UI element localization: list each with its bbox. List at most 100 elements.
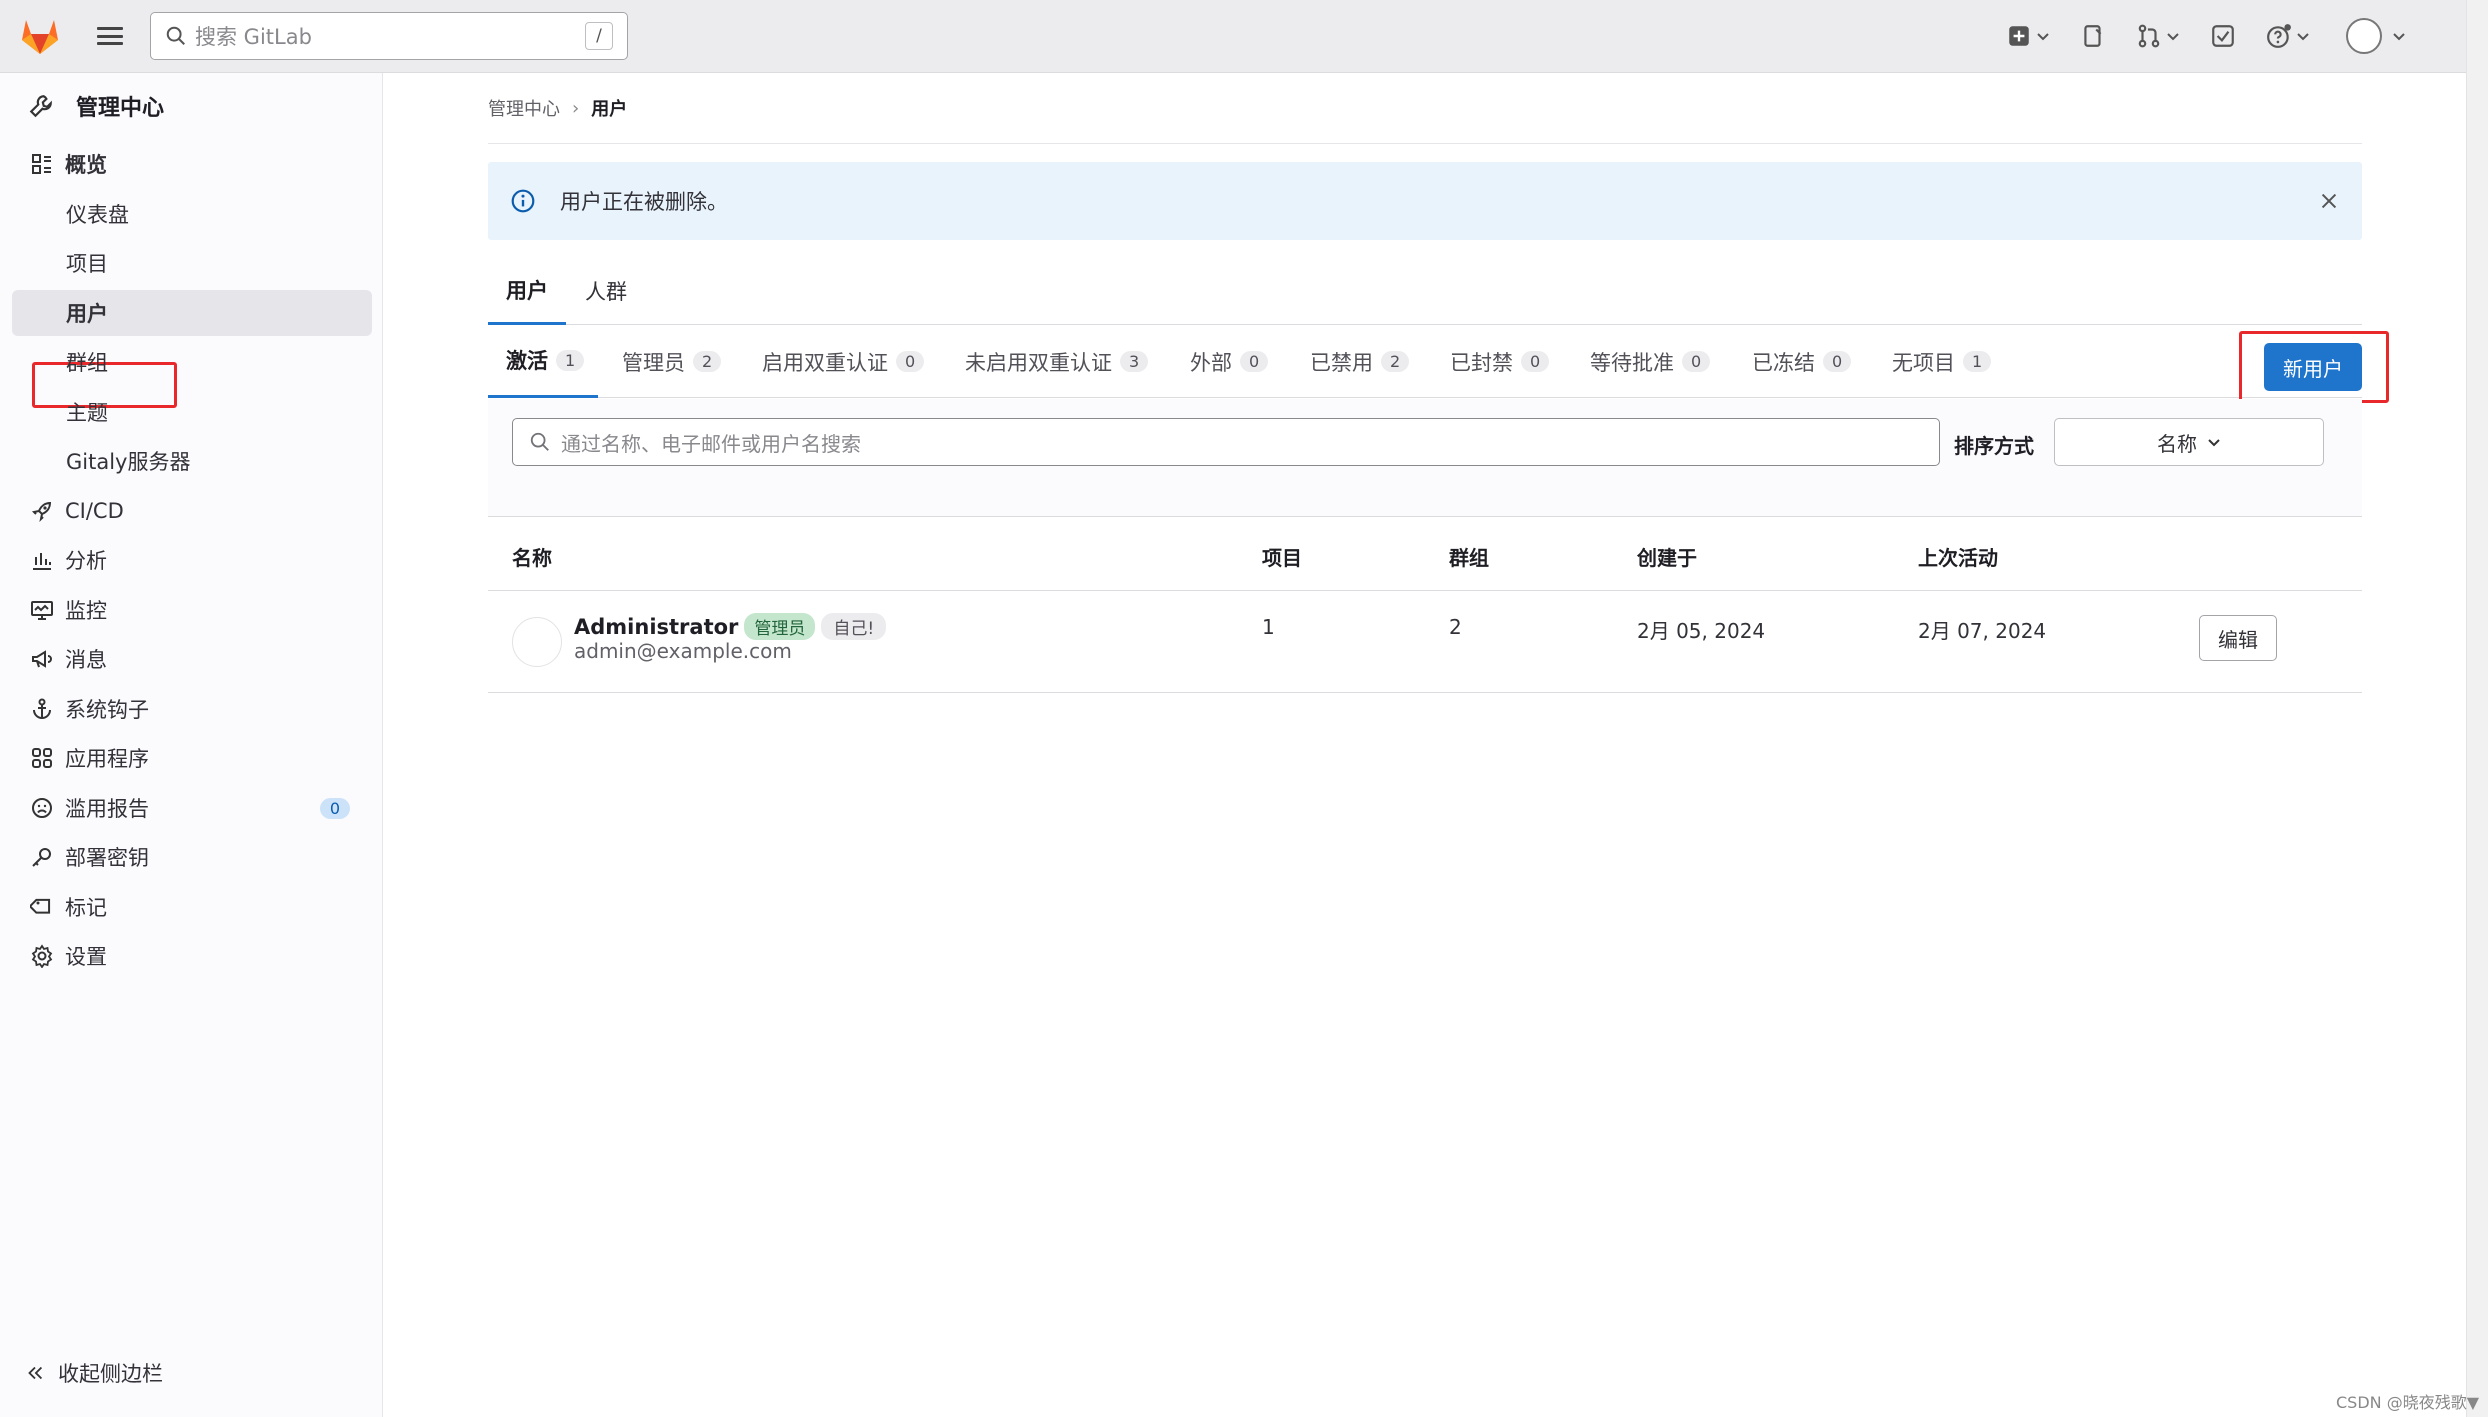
sort-label: 排序方式 [1954, 434, 2034, 458]
tab-label: 人群 [585, 280, 627, 304]
user-filter-bar: 通过名称、电子邮件或用户名搜索 排序方式 名称 [488, 399, 2362, 517]
label-icon [30, 898, 51, 914]
sidebar-item-label: 消息 [65, 648, 107, 672]
tab-deactivated[interactable]: 已冻结 0 [1752, 325, 1852, 398]
window-scrollbar[interactable] [2466, 0, 2488, 1417]
breadcrumb-parent[interactable]: 管理中心 [488, 95, 560, 121]
tab-label: 等待批准 [1590, 350, 1674, 375]
sidebar-item-system-hooks[interactable]: 系统钩子 [12, 686, 372, 732]
user-menu[interactable] [2346, 18, 2406, 54]
tab-pending-approval[interactable]: 等待批准 0 [1590, 325, 1711, 398]
avatar[interactable] [512, 617, 562, 667]
abuse-icon [32, 798, 52, 818]
tab-label: 无项目 [1892, 350, 1955, 375]
help-dropdown[interactable] [2266, 23, 2310, 49]
sidebar-item-label: 设置 [65, 945, 107, 969]
sidebar-item-groups[interactable]: 群组 [12, 339, 372, 385]
sidebar-item-applications[interactable]: 应用程序 [12, 735, 372, 781]
sidebar-item-label: 项目 [66, 252, 108, 276]
sidebar-header[interactable]: 管理中心 [28, 90, 164, 122]
breadcrumb-separator: › [572, 97, 580, 119]
double-chevron-left-icon [28, 1366, 43, 1380]
sidebar-item-label: 部署密钥 [65, 846, 149, 870]
menu-icon[interactable] [96, 24, 124, 48]
self-badge: 自己! [821, 613, 887, 640]
sidebar-item-deploy-keys[interactable]: 部署密钥 [12, 834, 372, 880]
gitlab-logo[interactable] [18, 16, 62, 56]
sidebar-item-label: 应用程序 [65, 747, 149, 771]
chevron-down-icon [2297, 33, 2309, 41]
user-avatar [2346, 18, 2382, 54]
tab-count-badge: 0 [1240, 351, 1269, 372]
tab-count-badge: 0 [1521, 351, 1550, 372]
sidebar-item-monitoring[interactable]: 监控 [12, 587, 372, 633]
tab-label: 用户 [506, 278, 548, 303]
todos-button[interactable] [2210, 23, 2236, 49]
breadcrumb-current: 用户 [591, 99, 628, 120]
new-dropdown[interactable] [2006, 23, 2050, 49]
tab-label: 外部 [1190, 350, 1232, 375]
tab-cohorts[interactable]: 人群 [567, 257, 645, 325]
column-header-created: 创建于 [1637, 546, 1697, 570]
sidebar-item-label: 滥用报告 [65, 797, 149, 821]
user-email: admin@example.com [574, 639, 792, 663]
tab-label: 激活 [506, 349, 548, 373]
tab-2fa-enabled[interactable]: 启用双重认证 0 [762, 325, 925, 398]
tab-blocked[interactable]: 已禁用 2 [1310, 325, 1410, 398]
sidebar-item-dashboard[interactable]: 仪表盘 [12, 191, 372, 237]
cell-projects: 1 [1262, 615, 1275, 639]
user-name[interactable]: Administrator 管理员 自己! [574, 613, 887, 640]
new-user-button[interactable]: 新用户 [2264, 343, 2362, 391]
sidebar-item-label: 仪表盘 [66, 203, 129, 227]
sidebar-item-cicd[interactable]: CI/CD [12, 488, 372, 534]
user-name-text[interactable]: Administrator [574, 615, 738, 639]
bullhorn-icon [32, 650, 52, 668]
key-icon [32, 848, 51, 867]
sidebar-item-overview[interactable]: 概览 [12, 141, 372, 187]
search-icon [530, 432, 549, 451]
edit-user-button[interactable]: 编辑 [2199, 615, 2277, 661]
sidebar-item-label: 群组 [66, 351, 108, 375]
merge-requests-dropdown[interactable] [2136, 23, 2180, 49]
issues-icon [2084, 25, 2102, 47]
tab-admins[interactable]: 管理员 2 [622, 325, 722, 398]
tab-external[interactable]: 外部 0 [1190, 325, 1269, 398]
search-shortcut-key: / [585, 22, 613, 50]
tab-count-badge: 1 [1963, 351, 1992, 372]
sort-dropdown[interactable]: 名称 [2054, 418, 2324, 466]
collapse-sidebar-button[interactable]: 收起侧边栏 [24, 1358, 163, 1388]
alert-text: 用户正在被删除。 [560, 190, 728, 214]
user-section-tabs: 用户 人群 [488, 257, 2362, 325]
sidebar-item-analytics[interactable]: 分析 [12, 537, 372, 583]
close-icon[interactable] [2318, 190, 2340, 212]
sidebar-item-abuse-reports[interactable]: 滥用报告 0 [12, 785, 372, 831]
tab-banned[interactable]: 已封禁 0 [1450, 325, 1550, 398]
global-search-input[interactable]: 搜索 GitLab / [150, 12, 628, 60]
plus-square-icon [2009, 26, 2029, 46]
collapse-sidebar-label: 收起侧边栏 [58, 1362, 163, 1386]
sidebar-item-projects[interactable]: 项目 [12, 240, 372, 286]
top-bar: 搜索 GitLab / [0, 0, 2466, 73]
issues-button[interactable] [2080, 23, 2106, 49]
sidebar-item-users[interactable]: 用户 [12, 290, 372, 336]
sidebar-item-topics[interactable]: 主题 [12, 389, 372, 435]
user-search-input[interactable]: 通过名称、电子邮件或用户名搜索 [512, 418, 1940, 466]
help-icon [2267, 24, 2291, 48]
sidebar-item-label: CI/CD [65, 499, 124, 523]
user-filter-tabs: 激活 1 管理员 2 启用双重认证 0 未启用双重认证 3 外部 0 已禁用 2 已封禁 0 … [488, 325, 2362, 398]
tab-2fa-disabled[interactable]: 未启用双重认证 3 [965, 325, 1149, 398]
wrench-icon [29, 95, 52, 118]
sidebar-item-label: Gitaly服务器 [66, 450, 191, 474]
tab-active[interactable]: 激活 1 [488, 325, 599, 398]
sidebar-item-gitaly[interactable]: Gitaly服务器 [12, 438, 372, 484]
sidebar-item-messages[interactable]: 消息 [12, 636, 372, 682]
tab-users[interactable]: 用户 [488, 257, 566, 325]
chevron-down-icon [2393, 33, 2405, 41]
sidebar-item-labels[interactable]: 标记 [12, 884, 372, 930]
tab-without-projects[interactable]: 无项目 1 [1892, 325, 1992, 398]
sidebar-item-settings[interactable]: 设置 [12, 933, 372, 979]
column-header-last-activity: 上次活动 [1918, 546, 1998, 570]
tab-count-badge: 1 [556, 349, 585, 371]
monitor-icon [31, 601, 53, 620]
cell-created: 2月 05, 2024 [1637, 619, 1766, 643]
